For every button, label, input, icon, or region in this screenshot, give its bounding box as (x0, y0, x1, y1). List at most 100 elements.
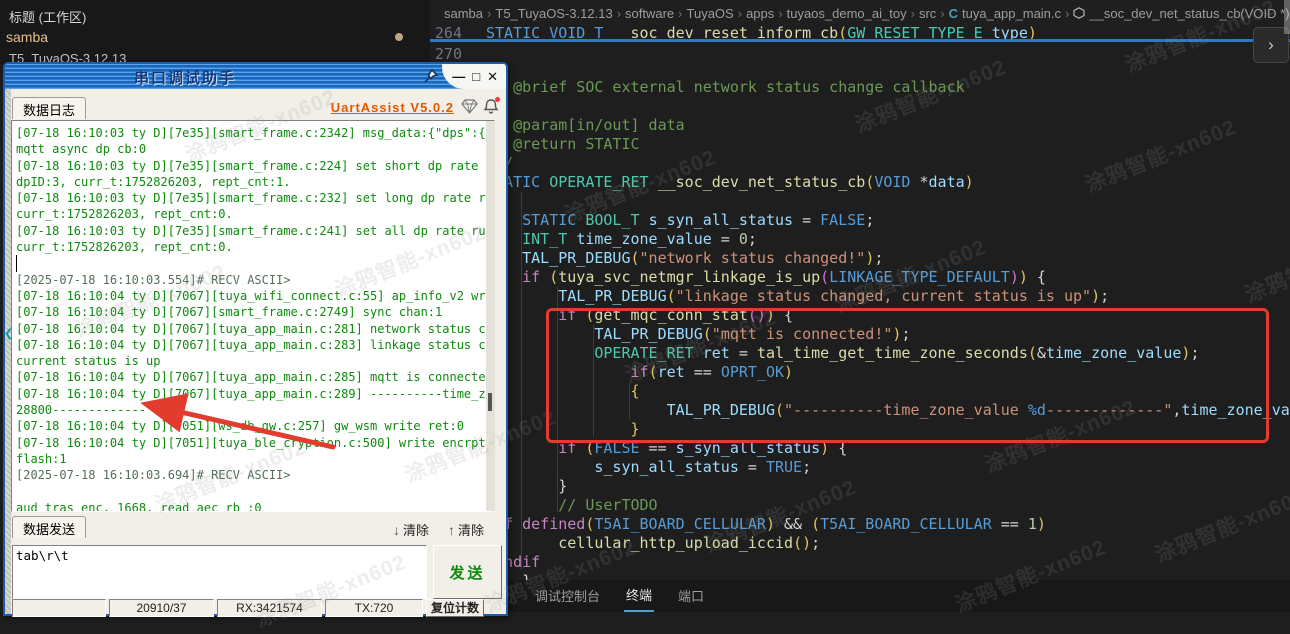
code-line[interactable]: TAL_PR_DEBUG("----------time_zone_value … (486, 401, 1290, 420)
code-line[interactable]: TAL_PR_DEBUG("linkage status changed, cu… (486, 287, 1290, 306)
close-button[interactable]: ✕ (487, 70, 498, 83)
code-line[interactable]: #if defined(T5AI_BOARD_CELLULAR) && (T5A… (486, 515, 1290, 534)
breadcrumb-item[interactable]: apps (746, 6, 774, 21)
code-token: ( (630, 249, 640, 267)
panel-tab-终端[interactable]: 终端 (624, 581, 655, 612)
code-token: ) (1018, 268, 1028, 286)
indent-guide (629, 382, 630, 420)
clear-send-button[interactable]: ↑ 清除 (448, 520, 484, 539)
log-line: [07-18 16:10:03 ty D][7e35][smart_frame.… (16, 223, 494, 238)
code-token: 1 (1027, 515, 1037, 533)
panel-tab-端口[interactable]: 端口 (676, 582, 706, 611)
breadcrumb-separator-icon: › (778, 5, 783, 21)
code-line[interactable]: * @return STATIC (486, 135, 1290, 154)
code-line[interactable]: { (486, 192, 1290, 211)
editor-scrollbar[interactable] (1284, 0, 1290, 34)
pin-icon[interactable] (422, 67, 440, 85)
code-token: OPRT_OK (720, 363, 785, 381)
code-token: ; (1100, 287, 1110, 305)
code-line[interactable]: */ (486, 154, 1290, 173)
breadcrumb-separator-icon: › (1065, 5, 1070, 21)
breadcrumb-item[interactable]: __soc_dev_net_status_cb(VOID *) (1073, 6, 1290, 21)
code-token: ; (747, 230, 757, 248)
code-line[interactable]: INT_T time_zone_value = 0; (486, 230, 1290, 249)
explorer-sidebar: 标题 (工作区) samba T5_TuyaOS-3.12.13 (0, 0, 430, 66)
code-line[interactable]: TAL_PR_DEBUG("mqtt is connected!"); (486, 325, 1290, 344)
code-line[interactable]: // UserTODO (486, 496, 1290, 515)
maximize-button[interactable]: □ (472, 70, 480, 83)
code-line[interactable]: cellular_http_upload_iccid(); (486, 534, 1290, 553)
log-line: 28800------------- (16, 403, 147, 418)
minimize-button[interactable]: — (452, 70, 465, 83)
uart-titlebar[interactable]: 串口调试助手 — □ ✕ (5, 64, 506, 89)
breadcrumb-item[interactable]: samba (444, 6, 483, 21)
code-token: cellular_http_upload_iccid (558, 534, 794, 552)
reset-count-button[interactable]: 复位计数 (426, 599, 484, 617)
code-line[interactable]: STATIC BOOL_T s_syn_all_status = FALSE; (486, 211, 1290, 230)
code-token: time_zone_value (576, 230, 712, 248)
breadcrumb-separator-icon: › (616, 5, 622, 21)
code-line[interactable]: * @param[in/out] data (486, 116, 1290, 135)
log-line: [07-18 16:10:04 ty D][7051][tuya_ble_cry… (16, 435, 495, 450)
code-token: () (793, 534, 812, 552)
clear-send-label: 清除 (458, 523, 485, 538)
code-line[interactable]: * @brief SOC external network status cha… (486, 78, 1290, 97)
explorer-root-samba[interactable]: samba (6, 29, 48, 45)
code-token: "network status changed!" (639, 249, 866, 267)
breadcrumb-item[interactable]: T5_TuyaOS-3.12.13 (495, 6, 612, 21)
code-line[interactable]: if (tuya_svc_netmgr_linkage_is_up(LINKAG… (486, 268, 1290, 287)
code-token: tuya_svc_netmgr_linkage_is_up (558, 268, 821, 286)
code-line[interactable]: * (486, 97, 1290, 116)
code-token: get_mqc_conn_stat (594, 306, 748, 324)
code-line[interactable]: } (486, 420, 1290, 439)
tab-data-send[interactable]: 数据发送 (12, 516, 87, 538)
code-token: __soc_dev_net_status_cb (657, 173, 866, 191)
log-line: [07-18 16:10:04 ty D][7067][tuya_app_mai… (16, 337, 495, 352)
breadcrumb-item[interactable]: tuyaos_demo_ai_toy (787, 6, 907, 21)
code-token: ( (811, 515, 821, 533)
code-line[interactable]: if (get_mqc_conn_stat()) { (486, 306, 1290, 325)
code-line[interactable]: } (486, 477, 1290, 496)
serial-log-area[interactable]: [07-18 16:10:03 ty D][7e35][smart_frame.… (11, 120, 495, 512)
breadcrumb-item[interactable]: software (625, 6, 674, 21)
code-token: data (928, 173, 965, 191)
code-line[interactable]: OPERATE_RET ret = tal_time_get_time_zone… (486, 344, 1290, 363)
panel-tab-调试控制台[interactable]: 调试控制台 (533, 582, 602, 611)
code-token: FALSE (820, 211, 866, 229)
breadcrumb-item[interactable]: Ctuya_app_main.c (949, 6, 1061, 21)
tab-data-log[interactable]: 数据日志 (12, 97, 87, 119)
uartassist-version-link[interactable]: UartAssist V5.0.2 (331, 100, 454, 115)
code-token: = (738, 458, 766, 476)
clear-receive-button[interactable]: ↓ 清除 (393, 520, 429, 539)
log-line: [07-18 16:10:04 ty D][7067][smart_frame.… (16, 305, 443, 320)
code-line[interactable]: TAL_PR_DEBUG("network status changed!"); (486, 249, 1290, 268)
clear-receive-label: 清除 (403, 523, 430, 538)
breadcrumb-item[interactable]: TuyaOS (687, 6, 734, 21)
code-token: && (775, 515, 812, 533)
code-editor[interactable]: * @brief SOC external network status cha… (486, 78, 1290, 591)
send-button[interactable]: 发送 (433, 545, 502, 599)
log-scrollbar-thumb[interactable] (488, 393, 492, 411)
code-line[interactable]: if(ret == OPRT_OK) (486, 363, 1290, 382)
breadcrumb-item[interactable]: src (919, 6, 936, 21)
code-token: BOOL_T (585, 211, 649, 229)
indent-guide (557, 287, 558, 512)
code-token: ret (657, 363, 685, 381)
code-line[interactable]: { (486, 382, 1290, 401)
code-line[interactable]: STATIC OPERATE_RET __soc_dev_net_status_… (486, 173, 1290, 192)
send-input[interactable]: tab\r\t (12, 545, 427, 599)
serial-status-bar: 20910/37 RX:3421574 TX:720 复位计数 (5, 599, 506, 617)
log-line: [07-18 16:10:04 ty D][7067][tuya_app_mai… (16, 386, 494, 401)
code-token: if (630, 363, 649, 381)
code-line[interactable]: #endif (486, 553, 1290, 572)
code-token: ) (784, 363, 794, 381)
log-scrollbar[interactable] (486, 121, 495, 511)
code-line[interactable]: if (FALSE == s_syn_all_status) { (486, 439, 1290, 458)
code-line[interactable]: s_syn_all_status = TRUE; (486, 458, 1290, 477)
breadcrumb-label: src (918, 5, 937, 21)
log-line: [2025-07-18 16:10:03.694]# RECV ASCII> (16, 468, 291, 483)
gem-icon[interactable] (461, 99, 478, 119)
code-token: ( (702, 325, 712, 343)
workspace-title: 标题 (工作区) (9, 10, 87, 25)
log-line: [07-18 16:10:04 ty D][7067][tuya_app_mai… (16, 370, 495, 385)
